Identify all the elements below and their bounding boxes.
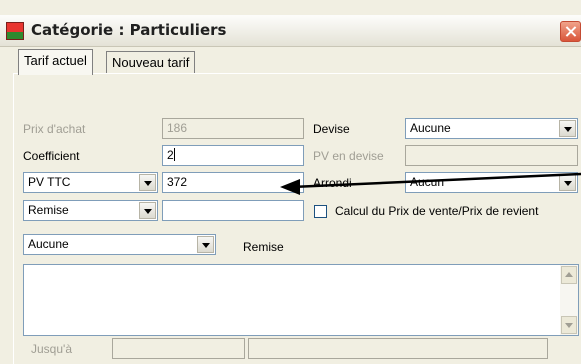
chevron-down-icon[interactable]: [139, 174, 156, 191]
prix-achat-value: 186: [167, 121, 188, 135]
remise-mode-select[interactable]: Aucune: [23, 234, 216, 255]
chevron-down-icon[interactable]: [559, 174, 576, 191]
chevron-down-icon[interactable]: [139, 202, 156, 219]
pv-field[interactable]: 372: [162, 172, 304, 193]
remise-field[interactable]: [162, 200, 304, 221]
remise-list[interactable]: [23, 264, 579, 336]
chevron-down-icon[interactable]: [559, 120, 576, 137]
remise-section-label: Remise: [243, 240, 284, 254]
coefficient-value: 2: [167, 148, 174, 162]
coefficient-field[interactable]: 2: [162, 145, 304, 166]
jusqua-field-1: [112, 338, 245, 359]
arrondi-selected: Aucun: [410, 175, 445, 189]
jusqua-label: Jusqu'à: [31, 342, 72, 356]
pv-type-select[interactable]: PV TTC: [23, 172, 158, 193]
devise-select[interactable]: Aucune: [405, 118, 578, 139]
arrondi-label: Arrondi: [313, 176, 352, 190]
tab-tarif-actuel[interactable]: Tarif actuel: [18, 49, 93, 75]
arrondi-select[interactable]: Aucun: [405, 172, 578, 193]
pv-type-selected: PV TTC: [28, 175, 71, 189]
remise-type-selected: Remise: [28, 203, 69, 217]
text-caret: [173, 148, 175, 161]
close-button[interactable]: [560, 21, 581, 42]
scroll-up-icon[interactable]: [561, 266, 577, 284]
pv-devise-label: PV en devise: [313, 149, 384, 163]
chevron-down-icon[interactable]: [197, 236, 214, 253]
jusqua-field-2: [248, 338, 548, 359]
prix-achat-field: 186: [162, 118, 304, 139]
coefficient-label: Coefficient: [23, 149, 80, 163]
calcul-checkbox-label: Calcul du Prix de vente/Prix de revient: [335, 204, 539, 218]
prix-achat-label: Prix d'achat: [23, 122, 86, 136]
remise-type-select[interactable]: Remise: [23, 200, 158, 221]
calcul-checkbox[interactable]: [314, 205, 327, 218]
remise-mode-selected: Aucune: [28, 237, 69, 251]
tab-nouveau-tarif[interactable]: Nouveau tarif: [106, 51, 196, 73]
window-title: Catégorie : Particuliers: [31, 21, 227, 39]
vertical-scrollbar[interactable]: [560, 265, 578, 335]
scroll-down-icon[interactable]: [561, 316, 577, 334]
devise-label: Devise: [313, 122, 350, 136]
app-icon: [6, 22, 24, 40]
pv-devise-field: [405, 145, 578, 166]
pv-value: 372: [167, 175, 188, 189]
title-bar: Catégorie : Particuliers: [0, 15, 581, 47]
devise-selected: Aucune: [410, 121, 451, 135]
